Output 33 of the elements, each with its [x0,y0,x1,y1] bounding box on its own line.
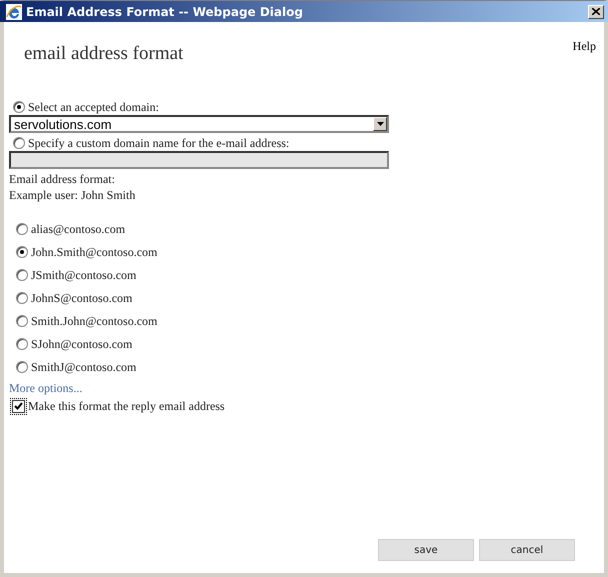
save-button[interactable]: save [378,539,474,561]
radio-button[interactable] [13,101,25,113]
format-label: Email address format: [9,171,116,187]
example-user-text: Example user: John Smith [9,187,136,203]
browser-icon [6,4,22,20]
close-icon [592,8,600,15]
radio-button[interactable] [16,338,28,350]
radio-button[interactable] [16,292,28,304]
radio-label: John.Smith@contoso.com [31,244,158,260]
radio-button[interactable] [16,246,28,258]
radio-label: alias@contoso.com [31,222,126,236]
cancel-button[interactable]: cancel [479,539,575,561]
window-title: Email Address Format -- Webpage Dialog [26,4,304,18]
radio-label: JohnS@contoso.com [31,290,132,306]
page-heading: email address format [24,43,184,65]
checkbox-label: Make this format the reply email address [28,398,225,414]
radio-label: SmithJ@contoso.com [31,360,136,374]
caret-icon [376,122,384,126]
radio-button[interactable] [13,137,25,149]
radio-label: SJohn@contoso.com [31,336,132,352]
radio-button[interactable] [16,223,28,235]
radio-label: Select an accepted domain: [28,100,159,114]
more-options-link[interactable]: More options... [9,381,596,395]
radio-button[interactable] [16,269,28,281]
radio-label: JSmith@contoso.com [31,268,136,282]
radio-button[interactable] [16,315,28,327]
domain-dropdown[interactable]: servolutions.com [9,115,389,133]
help-link[interactable]: Help [572,39,596,54]
checkbox[interactable] [12,400,25,412]
radio-button[interactable] [16,361,28,373]
radio-label: Smith.John@contoso.com [31,314,158,328]
close-button[interactable] [588,4,604,18]
radio-label: Specify a custom domain name for the e-mail address: [28,136,290,150]
